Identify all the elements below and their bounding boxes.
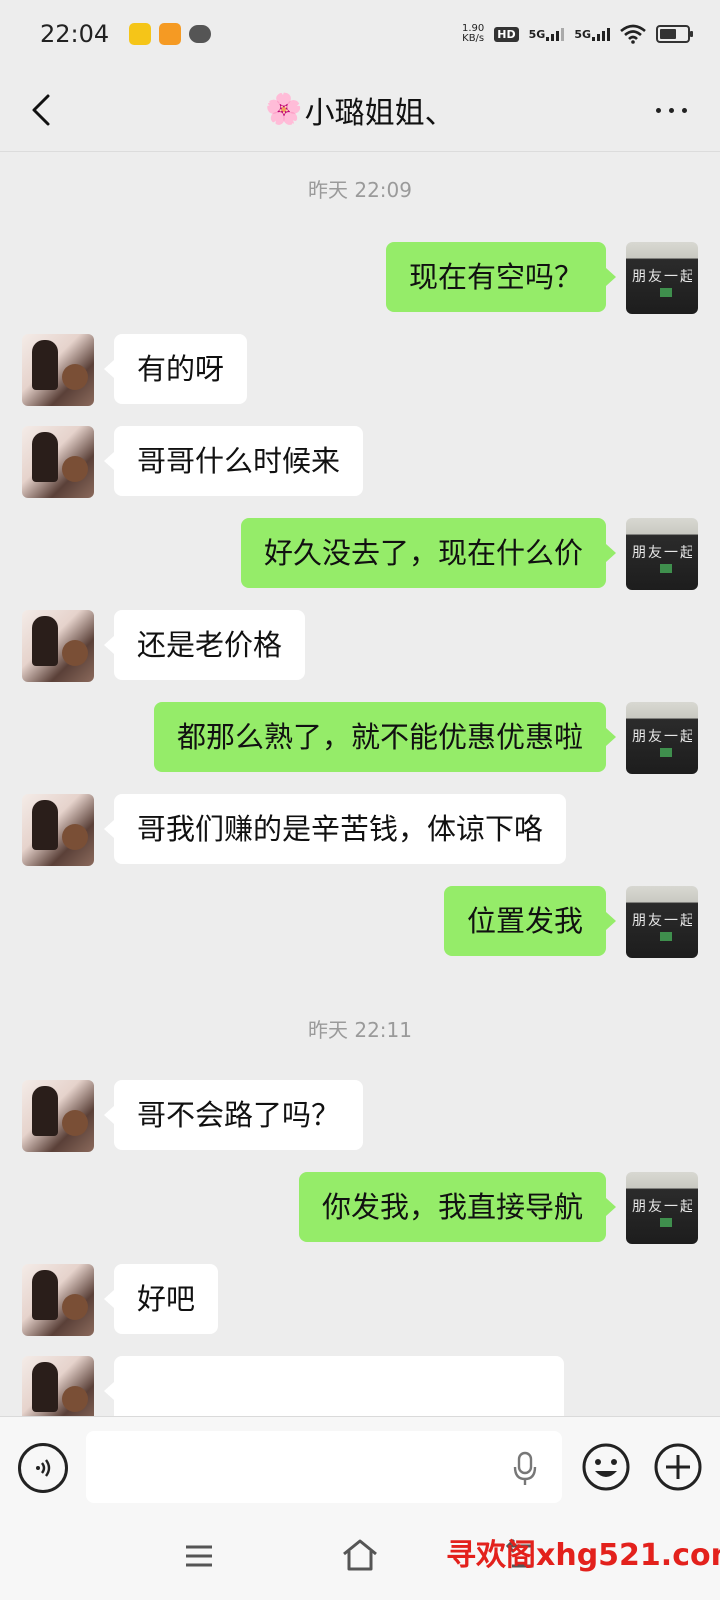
back-button[interactable]	[24, 90, 64, 130]
contact-avatar[interactable]	[22, 1080, 94, 1152]
battery-icon	[656, 25, 693, 43]
my-avatar[interactable]: 朋友一起	[626, 242, 698, 314]
my-avatar[interactable]: 朋友一起	[626, 702, 698, 774]
message-bubble-received[interactable]: 好吧	[103, 1264, 219, 1334]
emoji-icon[interactable]	[580, 1441, 632, 1493]
contact-avatar[interactable]	[22, 1264, 94, 1336]
more-options-button[interactable]	[646, 90, 696, 130]
video-app-notification-icon	[159, 23, 182, 45]
voice-wave-icon	[36, 1459, 51, 1477]
flower-icon: 🌸	[265, 92, 303, 127]
message-bubble-received[interactable]: 有的呀	[103, 334, 248, 404]
message-timestamp: 昨天 22:11	[308, 1018, 412, 1042]
signal-bars-icon	[546, 27, 565, 41]
dot-icon	[668, 107, 674, 113]
net-speed-unit: KB/s	[462, 33, 485, 44]
message-list[interactable]: 昨天 22:09 朋友一起 现在有空吗？ 有的呀 哥哥什么时候来 朋友一起 好久…	[0, 152, 720, 1416]
battery-fill	[660, 29, 676, 39]
contact-avatar[interactable]	[22, 794, 94, 866]
contact-avatar[interactable]	[22, 610, 94, 682]
dot-icon	[681, 107, 687, 113]
chat-header: 🌸 小璐姐姐、	[0, 68, 720, 152]
network-speed: 1.90 KB/s	[462, 24, 484, 44]
contact-avatar[interactable]	[22, 334, 94, 406]
signal-bars-icon	[592, 27, 610, 41]
app-notification-icon	[129, 23, 152, 45]
voice-icon[interactable]	[18, 1443, 68, 1493]
microphone-icon[interactable]	[512, 1451, 538, 1487]
contact-avatar[interactable]	[22, 1356, 94, 1416]
watermark: 寻欢阁xhg521.com	[446, 1538, 720, 1573]
signal-5g-1: 5G	[529, 27, 565, 41]
message-input[interactable]	[86, 1431, 562, 1503]
message-bubble-sent[interactable]: 你发我，我直接导航	[298, 1172, 617, 1242]
contact-avatar[interactable]	[22, 426, 94, 498]
menu-icon[interactable]	[184, 1544, 214, 1568]
input-bar	[0, 1416, 720, 1516]
message-timestamp: 昨天 22:09	[308, 178, 412, 202]
my-avatar[interactable]: 朋友一起	[626, 1172, 698, 1244]
signal-1-label: 5G	[528, 28, 546, 41]
message-bubble-received[interactable]: 哥哥什么时候来	[103, 426, 364, 496]
chat-title: 🌸 小璐姐姐、	[265, 88, 454, 132]
message-notification-icon	[189, 25, 212, 43]
dot-icon	[655, 107, 661, 113]
contact-name: 小璐姐姐、	[304, 95, 455, 131]
plus-icon[interactable]	[652, 1441, 704, 1493]
message-bubble-sent[interactable]: 都那么熟了，就不能优惠优惠啦	[153, 702, 617, 772]
message-bubble-sent[interactable]: 现在有空吗？	[385, 242, 617, 312]
message-bubble-sent[interactable]: 好久没去了，现在什么价	[240, 518, 617, 588]
signal-2-label: 5G	[574, 28, 591, 41]
message-bubble-received[interactable]: 还是老价格	[103, 610, 306, 680]
message-bubble-received[interactable]: 哥不会路了吗？	[103, 1080, 364, 1150]
my-avatar[interactable]: 朋友一起	[626, 518, 698, 590]
message-bubble-sent[interactable]: 位置发我	[443, 886, 617, 956]
status-time: 22:04	[40, 20, 110, 48]
signal-5g-2: 5G	[574, 27, 610, 41]
hd-badge: HD	[494, 26, 519, 42]
message-bubble-received[interactable]	[104, 1356, 564, 1416]
status-bar: 22:04 1.90 KB/s HD 5G 5G	[0, 0, 720, 68]
home-icon[interactable]	[340, 1538, 380, 1572]
wifi-icon	[620, 24, 646, 44]
my-avatar[interactable]: 朋友一起	[626, 886, 698, 958]
message-bubble-received[interactable]: 哥我们赚的是辛苦钱，体谅下咯	[103, 794, 567, 864]
